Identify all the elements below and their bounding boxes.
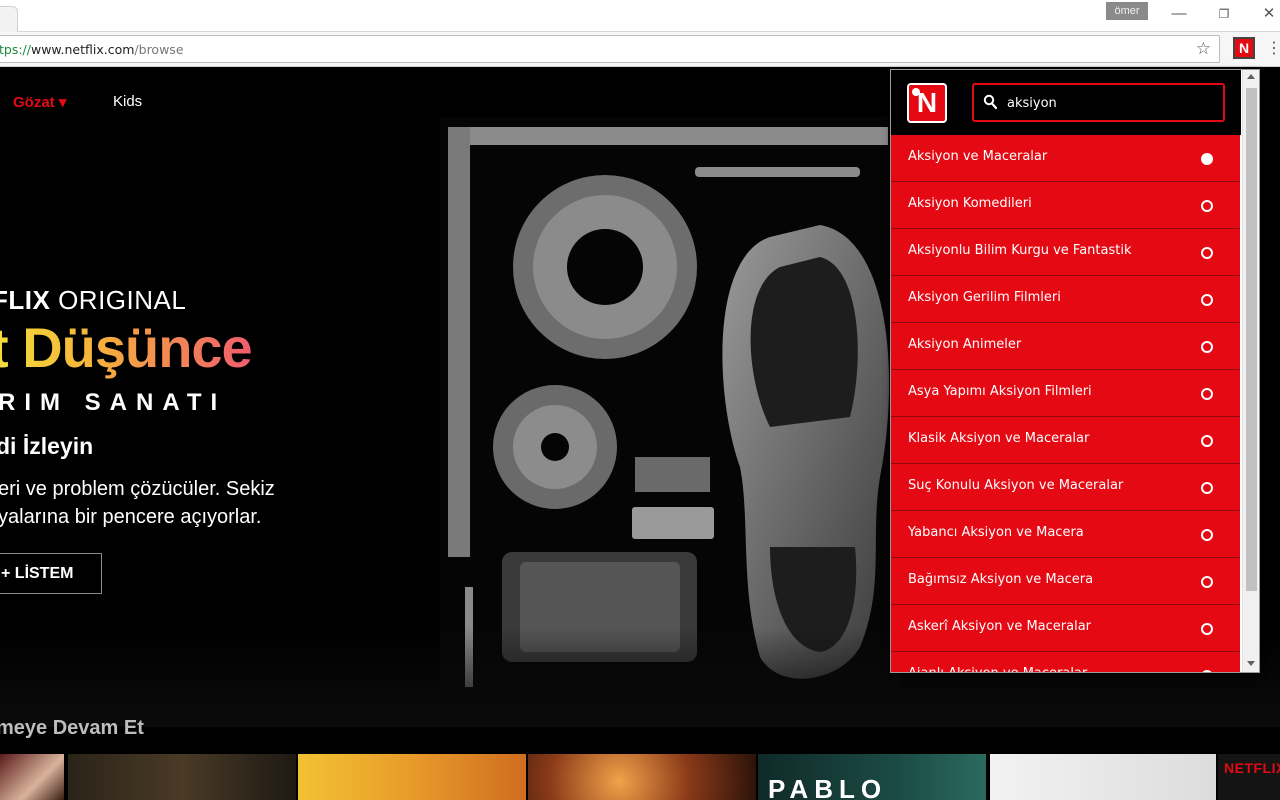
netflix-original-label: FLIX ORIGINAL (0, 285, 186, 316)
bookmark-star-icon[interactable]: ☆ (1196, 39, 1211, 59)
show-subtitle-logo: RIM SANATI (0, 389, 227, 416)
title-thumbnail[interactable] (990, 754, 1216, 800)
show-title-logo: t Düşünce (0, 315, 253, 380)
genre-item-label: Aksiyon Animeler (908, 337, 1022, 352)
genre-list-item[interactable]: Bağımsız Aksiyon ve Macera (891, 558, 1240, 605)
browser-toolbar: tps://www.netflix.com/browse ☆ N ⋮ (0, 32, 1280, 67)
popup-header: N (891, 70, 1241, 135)
logo-dot (912, 88, 920, 96)
nav-kids-link[interactable]: Kids (113, 93, 142, 110)
browser-menu-icon[interactable]: ⋮ (1266, 38, 1280, 58)
title-thumbnail[interactable] (298, 754, 526, 800)
popup-scrollbar[interactable] (1242, 70, 1259, 672)
radio-empty-icon[interactable] (1201, 200, 1213, 212)
url-path: /browse (134, 42, 184, 57)
genre-list-item[interactable]: Aksiyon ve Maceralar (891, 135, 1240, 182)
scroll-up-arrow-icon[interactable] (1247, 74, 1255, 79)
genre-item-label: Bağımsız Aksiyon ve Macera (908, 572, 1094, 587)
genre-list-item[interactable]: Aksiyon Animeler (891, 323, 1240, 370)
restore-icon[interactable]: ❐ (1211, 4, 1237, 24)
radio-empty-icon[interactable] (1201, 247, 1213, 259)
genre-list-item[interactable]: Ajanlı Aksiyon ve Maceralar (891, 652, 1240, 672)
radio-empty-icon[interactable] (1201, 388, 1213, 400)
thumbnail-title-text: PABLO (768, 774, 888, 800)
title-thumbnail[interactable]: NETFLIX (1218, 754, 1280, 800)
genre-list-item[interactable]: Yabancı Aksiyon ve Macera (891, 511, 1240, 558)
genre-item-label: Suç Konulu Aksiyon ve Maceralar (908, 478, 1124, 493)
watch-now-heading: di İzleyin (0, 433, 94, 459)
genre-item-label: Aksiyonlu Bilim Kurgu ve Fantastik (908, 243, 1132, 258)
radio-empty-icon[interactable] (1201, 623, 1213, 635)
title-thumbnail[interactable] (68, 754, 296, 800)
title-thumbnail[interactable] (528, 754, 756, 800)
close-icon[interactable]: ✕ (1256, 4, 1280, 24)
genre-item-label: Asya Yapımı Aksiyon Filmleri (908, 384, 1092, 399)
my-list-button[interactable]: + LİSTEM (0, 553, 102, 594)
radio-empty-icon[interactable] (1201, 435, 1213, 447)
genre-search-popup: N Aksiyon ve Maceralar Aksiyon Komedileri… (890, 69, 1260, 673)
genre-list-item[interactable]: Aksiyonlu Bilim Kurgu ve Fantastik (891, 229, 1240, 276)
genre-list-item[interactable]: Aksiyon Komedileri (891, 182, 1240, 229)
browser-tab[interactable] (0, 6, 18, 32)
search-icon (983, 94, 997, 110)
title-thumbnail[interactable]: PABLO (758, 754, 986, 800)
extension-n-icon[interactable]: N (1233, 37, 1255, 59)
extension-logo-icon: N (907, 83, 947, 123)
url-host: www.netflix.com (30, 42, 135, 57)
genre-list-item[interactable]: Askerî Aksiyon ve Maceralar (891, 605, 1240, 652)
genre-list-item[interactable]: Suç Konulu Aksiyon ve Maceralar (891, 464, 1240, 511)
scroll-thumb[interactable] (1246, 88, 1257, 591)
genre-item-label: Aksiyon Gerilim Filmleri (908, 290, 1061, 305)
genre-item-label: Aksiyon Komedileri (908, 196, 1032, 211)
title-thumbnail[interactable] (0, 754, 64, 800)
radio-empty-icon[interactable] (1201, 529, 1213, 541)
browser-title-bar: ömer — ❐ ✕ (0, 0, 1280, 32)
scroll-down-arrow-icon[interactable] (1247, 661, 1255, 666)
profile-badge[interactable]: ömer (1106, 2, 1148, 20)
radio-empty-icon[interactable] (1201, 576, 1213, 588)
address-bar[interactable]: tps://www.netflix.com/browse ☆ (0, 35, 1220, 63)
radio-empty-icon[interactable] (1201, 482, 1213, 494)
show-synopsis: eri ve problem çözücüler. Sekiz yalarına… (0, 478, 275, 528)
radio-empty-icon[interactable] (1201, 670, 1213, 672)
genre-item-label: Klasik Aksiyon ve Maceralar (908, 431, 1090, 446)
radio-empty-icon[interactable] (1201, 341, 1213, 353)
genre-item-label: Ajanlı Aksiyon ve Maceralar (908, 666, 1087, 672)
radio-selected-icon[interactable] (1201, 153, 1213, 165)
continue-watching-row: PABLO NETFLIX (0, 754, 1280, 800)
genre-search-input[interactable] (1007, 93, 1207, 113)
genre-list-item[interactable]: Asya Yapımı Aksiyon Filmleri (891, 370, 1240, 417)
genre-search-box[interactable] (972, 83, 1225, 122)
radio-empty-icon[interactable] (1201, 294, 1213, 306)
genre-item-label: Askerî Aksiyon ve Maceralar (908, 619, 1092, 634)
url-scheme: tps:// (0, 42, 31, 57)
genre-item-label: Yabancı Aksiyon ve Macera (908, 525, 1084, 540)
genre-item-label: Aksiyon ve Maceralar (908, 149, 1048, 164)
minimize-icon[interactable]: — (1166, 4, 1192, 24)
brand-bold-text: FLIX (0, 285, 51, 315)
genre-list: Aksiyon ve Maceralar Aksiyon Komedileri Ak… (891, 135, 1241, 672)
genre-list-item[interactable]: Aksiyon Gerilim Filmleri (891, 276, 1240, 323)
continue-watching-title: meye Devam Et (0, 717, 144, 739)
url-text[interactable]: tps://www.netflix.com/browse (0, 42, 184, 57)
hero-artwork-image (440, 117, 900, 692)
nav-browse-menu[interactable]: Gözat ▾ (13, 93, 66, 111)
genre-list-item[interactable]: Klasik Aksiyon ve Maceralar (891, 417, 1240, 464)
brand-light-text: ORIGINAL (50, 285, 187, 315)
netflix-logo: NETFLIX (1224, 760, 1280, 776)
